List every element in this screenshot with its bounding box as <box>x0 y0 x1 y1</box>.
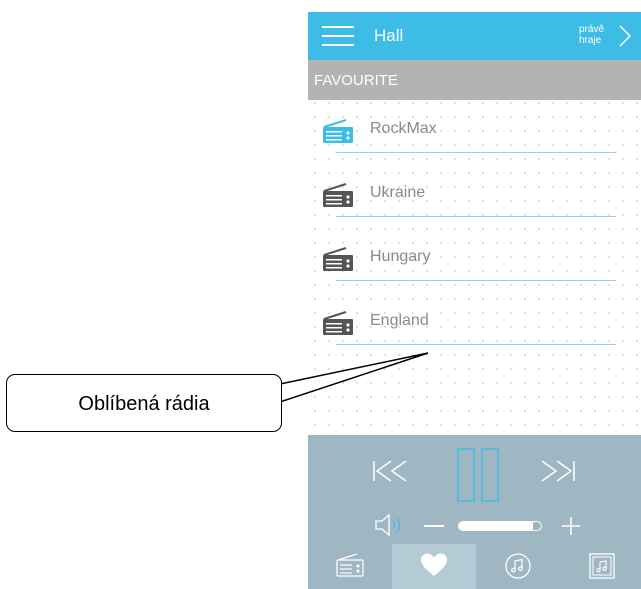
skip-next-icon[interactable] <box>540 459 576 483</box>
menu-icon[interactable] <box>322 26 354 46</box>
radio-icon <box>323 183 353 207</box>
app-title: Hall <box>374 26 404 45</box>
heart-icon <box>421 553 447 576</box>
station-item-england[interactable]: England <box>308 292 641 356</box>
skip-previous-icon[interactable] <box>372 459 408 483</box>
divider <box>336 216 616 217</box>
radio-icon <box>323 119 353 143</box>
station-label: RockMax <box>370 120 437 137</box>
bottom-tab-bar <box>308 544 641 589</box>
volume-down-icon[interactable] <box>424 525 444 527</box>
divider <box>336 152 616 153</box>
radio-icon <box>323 311 353 335</box>
playlist-icon <box>589 553 615 579</box>
station-label: Ukraine <box>370 184 426 201</box>
music-note-icon <box>505 553 531 579</box>
volume-fill <box>459 522 533 530</box>
station-item-rockmax[interactable]: RockMax <box>308 100 641 164</box>
station-label: Hungary <box>370 248 431 265</box>
app-screen: Hall právě hraje FAVOURITE RockMax Ukrai… <box>308 12 641 589</box>
tab-favourites[interactable] <box>392 544 476 589</box>
radio-icon <box>336 553 364 577</box>
now-playing-button[interactable]: právě hraje <box>579 24 619 46</box>
pause-icon[interactable] <box>456 447 500 503</box>
station-label: England <box>370 312 429 329</box>
tab-radio[interactable] <box>308 544 392 589</box>
stage: Hall právě hraje FAVOURITE RockMax Ukrai… <box>0 0 641 589</box>
top-bar: Hall právě hraje <box>308 12 641 60</box>
tab-playlist[interactable] <box>560 544 641 589</box>
station-item-hungary[interactable]: Hungary <box>308 228 641 292</box>
station-item-ukraine[interactable]: Ukraine <box>308 164 641 228</box>
section-header: FAVOURITE <box>308 60 641 100</box>
volume-slider[interactable] <box>458 521 542 531</box>
divider <box>336 344 616 345</box>
volume-up-icon[interactable] <box>560 515 582 537</box>
volume-icon[interactable] <box>374 513 408 537</box>
chevron-right-icon[interactable] <box>618 24 632 48</box>
callout-box: Oblíbená rádia <box>6 374 282 432</box>
player-controls <box>308 435 641 551</box>
divider <box>336 280 616 281</box>
tab-music[interactable] <box>476 544 560 589</box>
callout-text: Oblíbená rádia <box>78 393 210 415</box>
radio-icon <box>323 247 353 271</box>
